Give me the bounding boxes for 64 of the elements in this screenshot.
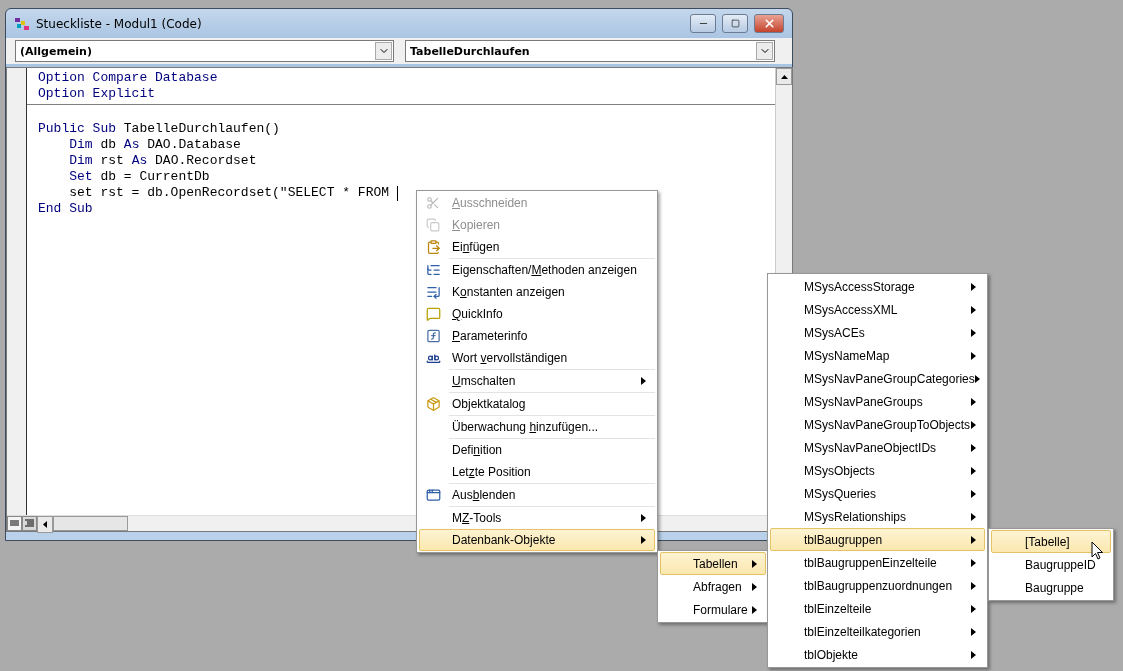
code-line: End Sub [38,201,93,217]
menu-icon [426,396,441,412]
code-line: set rst = db.OpenRecordset("SELECT * FROM [38,185,398,201]
code-line: Option Compare Database [38,70,218,86]
code-line: Option Explicit [38,86,156,102]
menu-item[interactable]: tblEinzelteile [770,597,985,620]
menu-item[interactable]: Ausblenden [419,484,655,506]
up-arrow-icon [780,74,788,79]
menu-icon [426,196,440,210]
close-icon [762,17,776,30]
menu-item[interactable]: Überwachung hinzufügen... [419,416,655,438]
menu-icon [426,239,441,255]
menu-icon [426,218,440,232]
menu-item[interactable]: Formulare [660,598,766,621]
menu-item[interactable]: Tabellen [660,552,766,575]
code-line: Set db = CurrentDb [68,169,210,185]
restore-button[interactable] [722,14,748,33]
menu-icon [426,487,441,503]
left-arrow-icon [43,521,47,528]
menu-item[interactable]: tblBaugruppen [770,528,985,551]
dropdown-button[interactable] [375,42,392,60]
close-button[interactable] [754,14,784,33]
menu-item[interactable]: Definition [419,439,655,461]
menu-icon [426,262,441,278]
menu-item[interactable]: Umschalten [419,370,655,392]
menu-item[interactable]: Konstanten anzeigen [419,281,655,303]
scroll-up-button[interactable] [776,68,792,85]
minimize-button[interactable] [690,14,716,33]
menu-item[interactable]: Objektkatalog [419,393,655,415]
menu-item[interactable]: Letzte Position [419,461,655,483]
menu-item[interactable]: Eigenschaften/Methoden anzeigen [419,259,655,281]
scroll-left-button[interactable] [37,516,53,533]
menu-item[interactable]: [Tabelle] [991,530,1111,553]
restore-icon [730,19,740,28]
menu-item[interactable]: Einfügen [419,236,655,258]
menu-item[interactable]: Abfragen [660,575,766,598]
indented-lines-icon [25,519,34,528]
lines-icon [10,520,19,527]
menu-icon [426,284,441,300]
dropdown-button[interactable] [756,42,773,60]
code-line: Public Sub TabelleDurchlaufen() [38,121,280,137]
window-title: Stueckliste - Modul1 (Code) [36,16,203,31]
menu-item[interactable]: Baugruppe [991,576,1111,599]
menu-item[interactable]: tblBaugruppenEinzelteile [770,551,985,574]
code-line: Dim rst As DAO.Recordset [68,153,257,169]
menu-item[interactable]: QuickInfo [419,303,655,325]
menu-item[interactable]: Wort vervollständigen [419,347,655,369]
mouse-pointer-icon [1091,541,1104,560]
scrollbar-thumb[interactable] [53,516,128,531]
menu-item[interactable]: tblEinzelteilkategorien [770,620,985,643]
menu-icon [426,328,441,344]
menu-item[interactable]: BaugruppeID [991,553,1111,576]
procedure-view-button[interactable] [7,516,22,531]
menu-icon [426,306,441,322]
menu-item[interactable]: Parameterinfo [419,325,655,347]
menu-item[interactable]: MZ-Tools [419,507,655,529]
procedure-dropdown[interactable]: TabelleDurchlaufen [405,40,775,62]
object-dropdown[interactable]: (Allgemein) [15,40,394,62]
menu-item[interactable]: tblObjekte [770,643,985,666]
menu-item[interactable]: tblBaugruppenzuordnungen [770,574,985,597]
vba-module-icon [14,16,30,31]
module-view-button[interactable] [22,516,37,531]
code-line: Dim db As DAO.Database [68,137,241,153]
menu-item[interactable]: Datenbank-Objekte [419,529,655,551]
